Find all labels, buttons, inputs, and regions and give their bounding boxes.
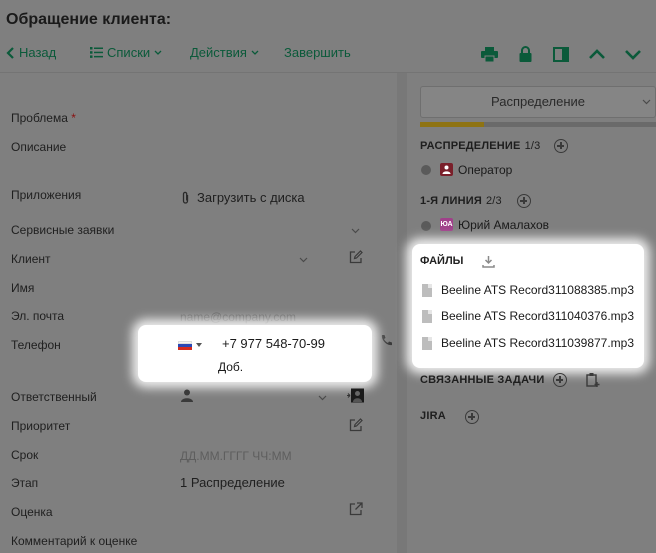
split-view-button[interactable] bbox=[551, 44, 571, 64]
chevron-down-icon[interactable] bbox=[351, 228, 360, 234]
file-name: Beeline ATS Record311040376.mp3 bbox=[441, 309, 635, 323]
first-line-section-title: 1-Я ЛИНИЯ 2/3 bbox=[420, 195, 502, 207]
related-tasks-section-title: СВЯЗАННЫЕ ЗАДАЧИ bbox=[420, 374, 545, 386]
operator-name: Оператор bbox=[458, 163, 513, 177]
responsible-field-label: Ответственный bbox=[11, 390, 97, 404]
extension-input[interactable]: Доб. bbox=[218, 360, 243, 374]
user-name: Юрий Амалахов bbox=[458, 218, 550, 232]
lists-menu[interactable]: Списки bbox=[90, 45, 162, 60]
required-mark: * bbox=[71, 111, 76, 125]
download-icon[interactable] bbox=[482, 255, 495, 268]
first-line-count: 2/3 bbox=[485, 195, 502, 207]
lock-icon bbox=[519, 46, 531, 62]
file-icon bbox=[422, 309, 432, 323]
chevron-up-icon bbox=[589, 48, 605, 59]
service-requests-field-label: Сервисные заявки bbox=[11, 223, 115, 237]
phone-input[interactable]: +7 977 548-70-99 bbox=[222, 336, 325, 351]
header-divider bbox=[0, 72, 656, 73]
list-icon bbox=[90, 47, 103, 58]
chevron-down-icon bbox=[154, 50, 162, 55]
caret-down-icon[interactable] bbox=[196, 343, 202, 347]
next-button[interactable] bbox=[623, 44, 643, 64]
file-name: Beeline ATS Record311088385.mp3 bbox=[441, 283, 635, 297]
edit-icon[interactable] bbox=[349, 250, 363, 264]
finish-button[interactable]: Завершить bbox=[284, 45, 351, 60]
stage-select-value: Распределение bbox=[490, 94, 586, 109]
files-section: ФАЙЛЫ Beeline ATS Record311088385.mp3 Be… bbox=[412, 244, 644, 368]
stage-progress-fill bbox=[420, 122, 484, 127]
email-field[interactable]: name@company.com bbox=[180, 310, 296, 324]
file-icon bbox=[422, 336, 432, 350]
actions-menu[interactable]: Действия bbox=[190, 45, 259, 60]
page-title: Обращение клиента: bbox=[6, 11, 172, 28]
status-dot bbox=[421, 165, 431, 175]
lists-label: Списки bbox=[107, 45, 151, 60]
chevron-down-icon bbox=[642, 99, 651, 105]
upload-label: Загрузить с диска bbox=[197, 190, 305, 205]
phone-field-label: Телефон bbox=[11, 338, 61, 352]
lock-button[interactable] bbox=[515, 44, 535, 64]
add-jira-icon[interactable] bbox=[465, 410, 479, 424]
description-field-label: Описание bbox=[11, 140, 67, 154]
back-button[interactable]: Назад bbox=[6, 45, 56, 60]
finish-label: Завершить bbox=[284, 45, 351, 60]
printer-icon bbox=[480, 46, 498, 62]
stage-progress-bar bbox=[420, 122, 656, 127]
file-item[interactable]: Beeline ATS Record311040376.mp3 bbox=[422, 309, 634, 323]
print-button[interactable] bbox=[479, 44, 499, 64]
actions-label: Действия bbox=[190, 45, 247, 60]
file-icon bbox=[422, 283, 432, 297]
chevron-down-icon[interactable] bbox=[318, 395, 327, 401]
rating-field-label: Оценка bbox=[11, 505, 53, 519]
add-distribution-icon[interactable] bbox=[554, 139, 568, 153]
chevron-down-icon bbox=[625, 49, 641, 60]
chevron-left-icon bbox=[6, 46, 14, 59]
name-field-label: Имя bbox=[11, 281, 35, 295]
files-section-title: ФАЙЛЫ bbox=[420, 255, 464, 267]
panel-divider[interactable] bbox=[397, 73, 407, 553]
stage-value: 1 Распределение bbox=[180, 475, 285, 490]
file-item[interactable]: Beeline ATS Record311039877.mp3 bbox=[422, 336, 634, 350]
problem-field-label: Проблема * bbox=[11, 111, 76, 125]
chevron-down-icon[interactable] bbox=[299, 257, 308, 263]
deadline-input[interactable]: ДД.ММ.ГГГГ ЧЧ:ММ bbox=[180, 449, 292, 463]
paperclip-icon bbox=[182, 191, 189, 204]
clipboard-add-icon[interactable] bbox=[586, 372, 601, 388]
jira-section-title: JIRA bbox=[420, 410, 446, 422]
priority-field-label: Приоритет bbox=[11, 419, 71, 433]
file-name: Beeline ATS Record311039877.mp3 bbox=[441, 336, 635, 350]
upload-from-disk-button[interactable]: Загрузить с диска bbox=[181, 190, 305, 205]
avatar[interactable] bbox=[346, 388, 365, 403]
distribution-count: 1/3 bbox=[524, 140, 541, 152]
status-dot bbox=[421, 221, 431, 231]
phone-field-group: +7 977 548-70-99 Доб. bbox=[138, 325, 372, 382]
country-flag-icon[interactable] bbox=[178, 341, 192, 350]
previous-button[interactable] bbox=[587, 44, 607, 64]
stage-select[interactable]: Распределение bbox=[420, 86, 656, 118]
edit-icon[interactable] bbox=[349, 418, 363, 432]
stage-field-label: Этап bbox=[11, 476, 39, 490]
user-icon bbox=[181, 389, 193, 402]
attachments-field-label: Приложения bbox=[11, 188, 82, 202]
operator-avatar bbox=[440, 163, 453, 176]
client-field-label: Клиент bbox=[11, 252, 51, 266]
user-avatar: ЮА bbox=[440, 218, 453, 231]
add-related-task-icon[interactable] bbox=[553, 373, 567, 387]
add-first-line-icon[interactable] bbox=[517, 194, 531, 208]
file-item[interactable]: Beeline ATS Record311088385.mp3 bbox=[422, 283, 634, 297]
distribution-section-title: РАСПРЕДЕЛЕНИЕ 1/3 bbox=[420, 140, 541, 152]
chevron-down-icon bbox=[251, 50, 259, 55]
panel-icon bbox=[553, 46, 569, 62]
back-label: Назад bbox=[19, 45, 57, 60]
phone-icon[interactable] bbox=[380, 334, 393, 347]
rating-comment-field-label: Комментарий к оценке bbox=[11, 534, 138, 548]
deadline-field-label: Срок bbox=[11, 448, 39, 462]
email-field-label: Эл. почта bbox=[11, 309, 65, 323]
external-link-icon[interactable] bbox=[349, 502, 363, 516]
